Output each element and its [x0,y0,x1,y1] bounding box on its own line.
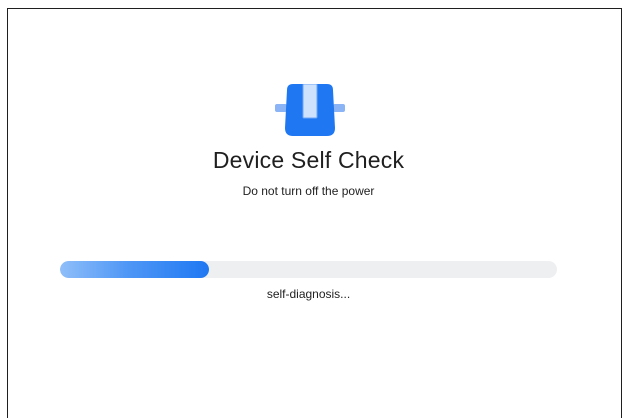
progress-bar [60,261,557,278]
progress-fill [60,261,210,278]
device-box-icon [275,84,345,136]
progress-status-text: self-diagnosis... [266,287,351,301]
power-warning-text: Do not turn off the power [242,184,375,198]
self-check-window: Device Self Check Do not turn off the po… [7,8,622,418]
page-title: Device Self Check [212,147,405,173]
